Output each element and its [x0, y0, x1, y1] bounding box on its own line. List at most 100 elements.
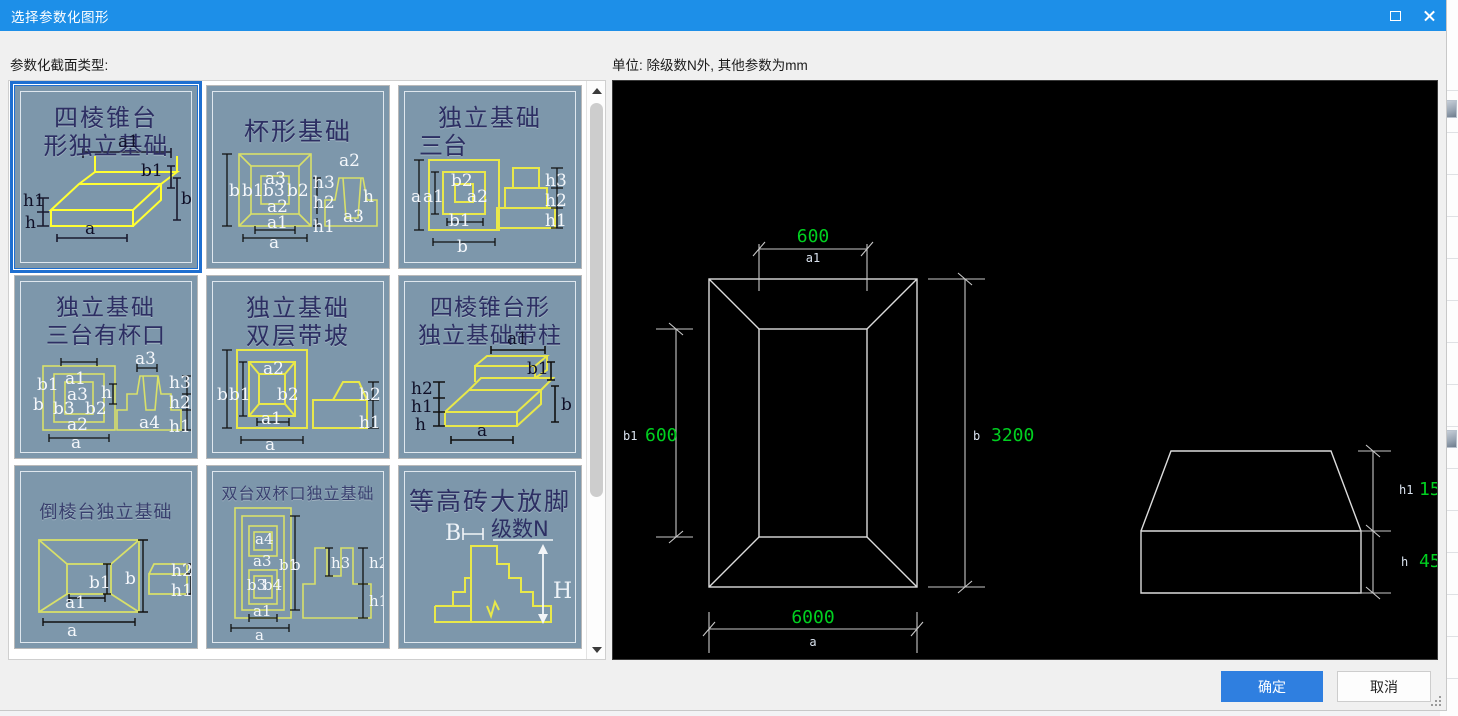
thumb-drawing: b b1 a2 b2 a1 a h2 h1: [217, 349, 381, 453]
shape-thumb-isolated-footing-double-layer-sloped[interactable]: 独立基础 双层带坡 b b1 a2 b2 a1 a h2 h1: [206, 275, 390, 459]
svg-text:h1: h1: [411, 397, 433, 417]
svg-text:h2: h2: [545, 191, 567, 211]
close-button[interactable]: [1412, 0, 1446, 31]
svg-text:h1: h1: [313, 217, 335, 237]
thumb-drawing: b1a1 a b h2h1: [38, 539, 192, 641]
scroll-down-button[interactable]: [587, 640, 605, 659]
shape-thumb-equal-height-brick-footing-steps[interactable]: 等高砖大放脚 B H 级数N: [398, 465, 582, 649]
shape-gallery-grid: 四棱锥台 形独立基础 a1 b1 h1 h ab 杯形基础 b b1 b3 b2…: [9, 81, 587, 659]
shape-thumb-isolated-footing-three-step-with-cup[interactable]: 独立基础 三台有杯口 b1 b a1 a3 b3 b2 a2 a a3 h a4…: [14, 275, 198, 459]
svg-text:h3: h3: [331, 554, 350, 572]
svg-text:a4: a4: [139, 413, 160, 433]
svg-text:h2: h2: [369, 554, 384, 572]
ok-button[interactable]: 确定: [1221, 671, 1323, 702]
shape-preview-canvas[interactable]: 600 a1 b1 600 b 3200 6000 a h1 1 h 4: [612, 80, 1438, 660]
svg-text:b1: b1: [89, 573, 111, 593]
svg-text:a: a: [269, 233, 279, 253]
scroll-down-arrow-icon: [591, 646, 602, 653]
svg-text:a: a: [255, 626, 264, 643]
maximize-button[interactable]: [1378, 0, 1412, 31]
svg-text:a3: a3: [135, 349, 156, 369]
thumb-inner: 双台双杯口独立基础 a4 a3 b3 b4 b1 b a1 a h3 h h: [212, 471, 384, 643]
shape-thumb-isolated-footing-three-step[interactable]: 独立基础 三台 a a1 b2 a2 b1 b h3 h2 h1: [398, 85, 582, 269]
svg-text:h1: h1: [171, 581, 192, 601]
maximize-icon: [1389, 10, 1401, 21]
svg-text:a1: a1: [267, 213, 288, 233]
parametric-shape-dialog: 选择参数化图形 参数化截面类型: 单位: 除级数N外, 其他参数为mm 四棱锥台…: [0, 0, 1446, 710]
dim-name-a1: a1: [806, 251, 820, 265]
shape-thumb-pyramid-frustum-isolated-footing-with-column[interactable]: 四棱锥台形 独立基础带柱 a1 b1 h2 h1 h a b: [398, 275, 582, 459]
svg-text:a3: a3: [253, 552, 272, 570]
scroll-up-arrow-icon: [591, 87, 602, 94]
thumb-dim-H: H: [553, 579, 572, 604]
svg-text:a: a: [477, 421, 487, 441]
svg-text:b: b: [33, 395, 44, 415]
dim-value-b1: 600: [645, 425, 678, 446]
svg-text:h2: h2: [313, 193, 335, 213]
svg-text:b1: b1: [37, 375, 59, 395]
svg-text:h3: h3: [169, 373, 191, 393]
thumb-drawing: b b1 b3 b2 a3a2 a1a h3h2 h1h a2a3: [222, 151, 378, 253]
svg-text:a: a: [411, 187, 421, 207]
shape-thumb-cup-footing[interactable]: 杯形基础 b b1 b3 b2 a3 a2 a1 a h3 h2 h1 h a2…: [206, 85, 390, 269]
thumb-inner: 独立基础 三台有杯口 b1 b a1 a3 b3 b2 a2 a a3 h a4…: [20, 281, 192, 453]
gallery-scrollbar[interactable]: [586, 81, 605, 659]
svg-text:b: b: [125, 569, 136, 589]
scrollbar-thumb[interactable]: [590, 103, 603, 497]
thumb-inner: 四棱锥台形 独立基础带柱 a1 b1 h2 h1 h a b: [404, 281, 576, 453]
thumb-dim-B: B: [445, 521, 461, 546]
svg-text:h: h: [415, 415, 426, 435]
svg-text:a: a: [71, 433, 81, 453]
dim-value-h: 450: [1419, 551, 1437, 572]
svg-text:a1: a1: [118, 132, 139, 152]
thumb-inner: 四棱锥台 形独立基础 a1 b1 h1 h ab: [20, 91, 192, 263]
shape-thumb-inverted-frustum-isolated-footing[interactable]: 倒棱台独立基础 b1 a1 a b h2 h1: [14, 465, 198, 649]
svg-text:b: b: [217, 385, 228, 405]
thumb-inner: 独立基础 双层带坡 b b1 a2 b2 a1 a h2 h1: [212, 281, 384, 453]
svg-text:b2: b2: [277, 385, 299, 405]
svg-text:b: b: [181, 189, 192, 209]
svg-text:h1: h1: [359, 413, 381, 433]
svg-text:h2: h2: [169, 393, 191, 413]
svg-text:h: h: [363, 187, 374, 207]
resize-grip[interactable]: [1430, 695, 1442, 707]
dim-value-a1: 600: [797, 226, 830, 247]
svg-text:h3: h3: [313, 173, 335, 193]
svg-text:a: a: [85, 219, 95, 239]
shape-thumb-double-step-double-cup-isolated-footing[interactable]: 双台双杯口独立基础 a4 a3 b3 b4 b1 b a1 a h3 h h: [206, 465, 390, 649]
svg-text:h1: h1: [545, 211, 567, 231]
svg-text:b: b: [229, 181, 240, 201]
section-type-label: 参数化截面类型:: [10, 58, 109, 73]
close-icon: [1423, 9, 1436, 22]
dim-value-h1: 150: [1419, 479, 1437, 500]
elevation-dimension-lines: [1358, 444, 1391, 600]
svg-text:b1: b1: [242, 181, 264, 201]
thumb-dim-level-count: 级数N: [491, 517, 549, 541]
svg-text:h2: h2: [171, 561, 192, 581]
shape-thumb-pyramid-frustum-isolated-footing[interactable]: 四棱锥台 形独立基础 a1 b1 h1 h ab: [10, 81, 202, 273]
thumb-inner: 独立基础 三台 a a1 b2 a2 b1 b h3 h2 h1: [404, 91, 576, 263]
thumb-inner: 倒棱台独立基础 b1 a1 a b h2 h1: [20, 471, 192, 643]
dim-name-b1: b1: [623, 429, 637, 443]
elevation-dimension-labels: h1 150 h 450: [1399, 479, 1437, 572]
unit-note-label: 单位: 除级数N外, 其他参数为mm: [612, 58, 808, 73]
dim-value-b: 3200: [991, 425, 1034, 446]
svg-text:a: a: [265, 435, 275, 453]
svg-text:a3: a3: [265, 169, 286, 189]
svg-text:h1: h1: [169, 417, 191, 437]
svg-text:a1: a1: [423, 187, 444, 207]
svg-text:h2: h2: [359, 385, 381, 405]
svg-text:b: b: [291, 556, 301, 574]
svg-text:h: h: [25, 213, 36, 233]
dialog-titlebar: 选择参数化图形: [0, 0, 1446, 31]
cancel-button[interactable]: 取消: [1337, 671, 1431, 702]
thumb-drawing: a1 b1 h2h1h a b: [411, 329, 572, 444]
thumb-inner: 等高砖大放脚 B H 级数N: [404, 471, 576, 643]
dim-name-b: b: [973, 429, 980, 443]
svg-text:a2: a2: [67, 415, 88, 435]
svg-text:b: b: [561, 395, 572, 415]
scroll-up-button[interactable]: [587, 81, 605, 100]
svg-text:a1: a1: [261, 409, 282, 429]
dim-name-h: h: [1401, 555, 1408, 569]
dialog-body: 参数化截面类型: 单位: 除级数N外, 其他参数为mm 四棱锥台 形独立基础 a…: [0, 31, 1446, 710]
